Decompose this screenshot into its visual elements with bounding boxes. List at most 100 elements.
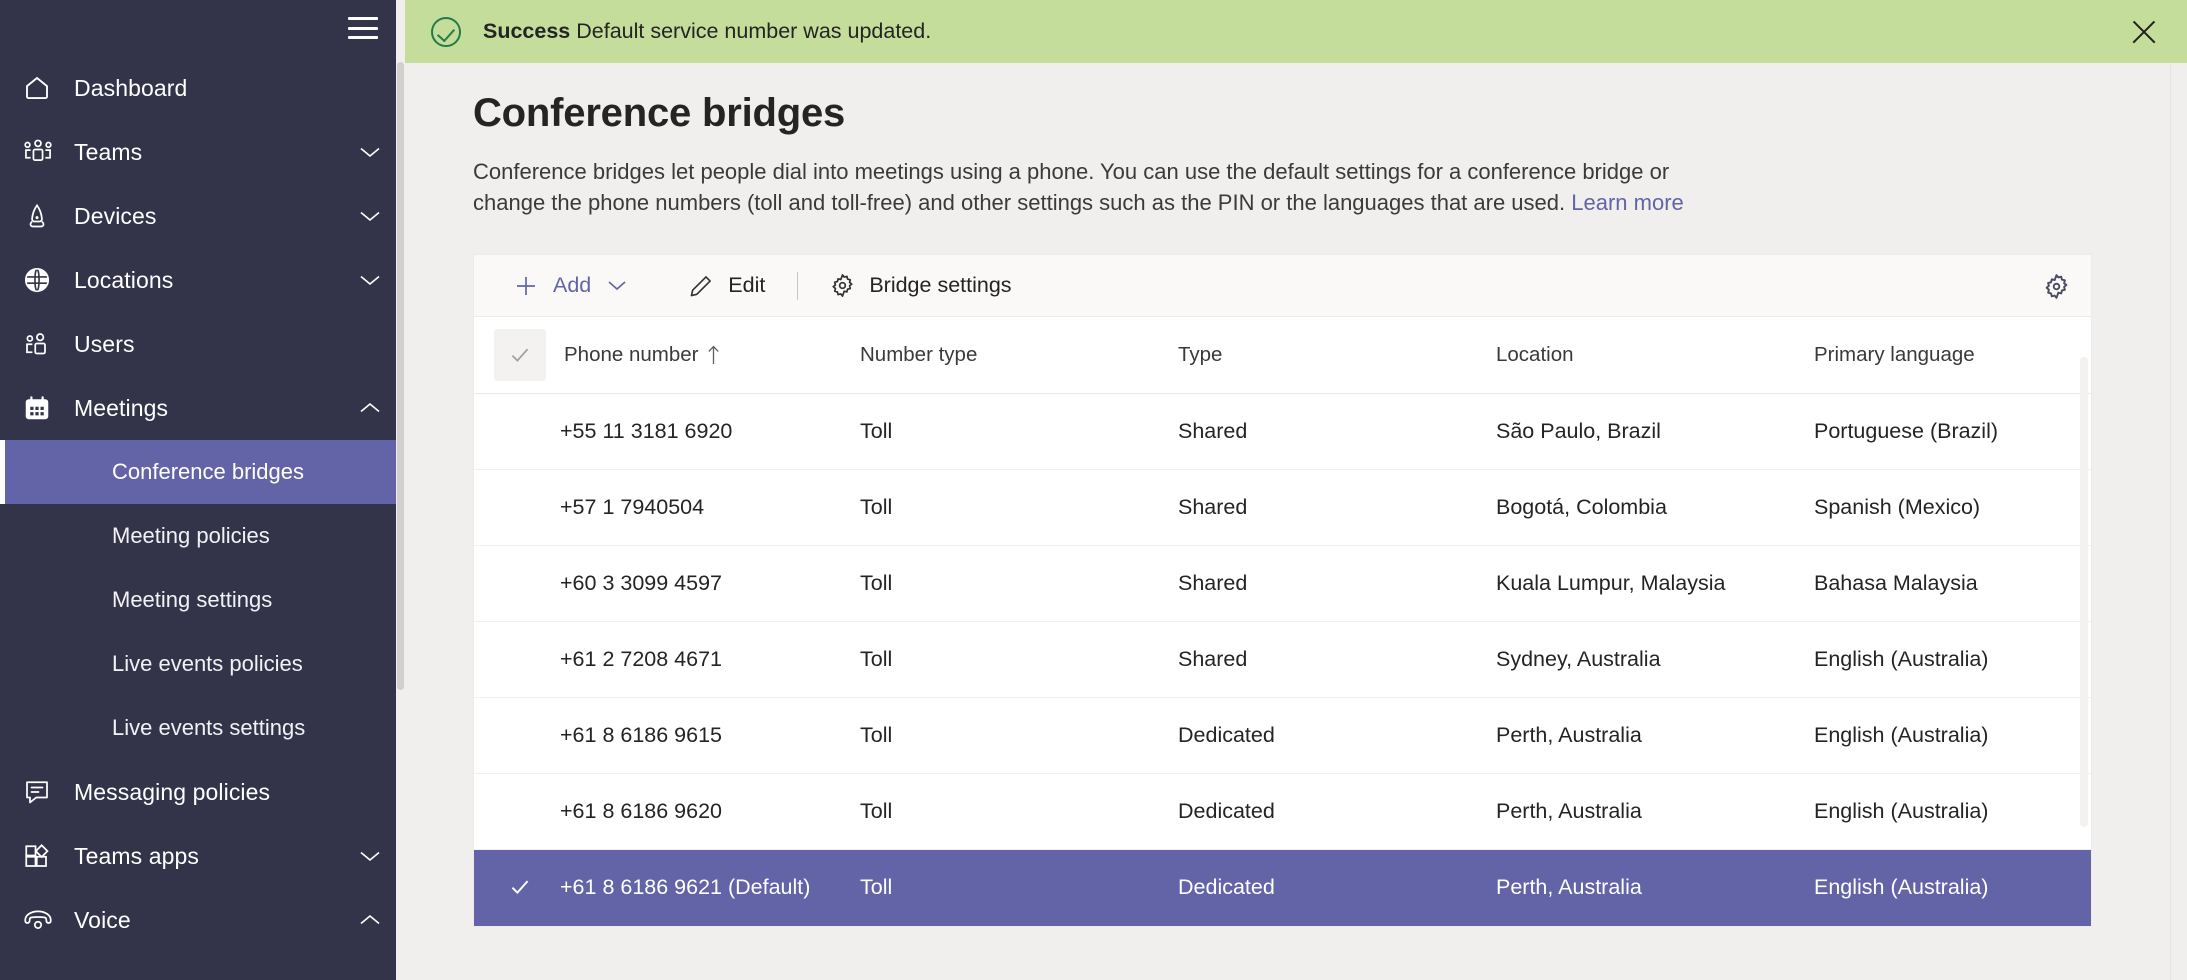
- close-icon[interactable]: [2127, 15, 2161, 49]
- table-row[interactable]: +61 8 6186 9615 Toll Dedicated Perth, Au…: [474, 697, 2091, 774]
- cell-primary-language: Spanish (Mexico): [1814, 469, 2091, 546]
- select-all-checkbox[interactable]: [494, 329, 546, 382]
- banner-message: Success Default service number was updat…: [483, 19, 931, 44]
- add-button[interactable]: Add: [500, 263, 639, 309]
- pencil-icon: [687, 272, 715, 300]
- table-toolbar: Add Edit Bridge settings: [474, 255, 2091, 318]
- cell-number-type: Toll: [860, 469, 1178, 546]
- cell-location: Bogotá, Colombia: [1496, 469, 1814, 546]
- chevron-down-icon: [359, 269, 381, 291]
- toolbar-divider: [797, 271, 799, 300]
- sidebar: Dashboard Teams Devices Locations Users …: [0, 0, 405, 980]
- teams-icon: [22, 136, 64, 168]
- sidebar-item-devices[interactable]: Devices: [0, 184, 405, 248]
- sidebar-subitem-conference-bridges[interactable]: Conference bridges: [0, 440, 405, 504]
- table-scrollbar[interactable]: [2079, 357, 2089, 926]
- cell-phone-number: +55 11 3181 6920: [560, 393, 860, 470]
- column-header-primary-language[interactable]: Primary language: [1814, 317, 2091, 394]
- table-header-row: Phone number Number type Type Location P…: [474, 317, 2091, 394]
- table-row[interactable]: +55 11 3181 6920 Toll Shared São Paulo, …: [474, 393, 2091, 470]
- cell-number-type: Toll: [860, 393, 1178, 470]
- sidebar-item-meetings[interactable]: Meetings: [0, 376, 405, 440]
- sidebar-subitem-label: Conference bridges: [112, 459, 305, 484]
- sidebar-scrollbar-thumb[interactable]: [397, 62, 404, 690]
- sidebar-subitem-live-events-settings[interactable]: Live events settings: [0, 696, 405, 760]
- cell-type: Dedicated: [1178, 773, 1496, 850]
- row-checkbox[interactable]: [494, 405, 546, 457]
- edit-button[interactable]: Edit: [675, 263, 777, 309]
- row-checkbox[interactable]: [494, 557, 546, 609]
- bridge-settings-button[interactable]: Bridge settings: [816, 263, 1023, 309]
- sidebar-subitem-conference-bridges-wrap: Conference bridges: [0, 440, 405, 504]
- row-checkbox[interactable]: [494, 785, 546, 837]
- cell-location: Sydney, Australia: [1496, 621, 1814, 698]
- row-select-cell[interactable]: [474, 469, 560, 546]
- conference-bridges-table: Phone number Number type Type Location P…: [474, 317, 2091, 926]
- row-checkbox[interactable]: [494, 633, 546, 685]
- cell-type: Shared: [1178, 393, 1496, 470]
- table-row[interactable]: +60 3 3099 4597 Toll Shared Kuala Lumpur…: [474, 545, 2091, 622]
- sidebar-item-users[interactable]: Users: [0, 312, 405, 376]
- table-row[interactable]: +61 8 6186 9620 Toll Dedicated Perth, Au…: [474, 773, 2091, 850]
- chevron-down-icon[interactable]: [607, 279, 627, 292]
- row-select-cell[interactable]: [474, 773, 560, 850]
- column-header-label: Phone number: [564, 343, 699, 367]
- bridge-settings-label: Bridge settings: [869, 273, 1012, 298]
- table-row-selected[interactable]: +61 8 6186 9621 (Default) Toll Dedicated…: [474, 849, 2091, 926]
- table-settings-gear-icon[interactable]: [2039, 269, 2073, 303]
- sidebar-item-teams-apps[interactable]: Teams apps: [0, 824, 405, 888]
- column-header-number-type[interactable]: Number type: [860, 317, 1178, 394]
- column-header-phone-number[interactable]: Phone number: [560, 317, 860, 394]
- row-select-cell[interactable]: [474, 621, 560, 698]
- sidebar-subitem-meeting-policies[interactable]: Meeting policies: [0, 504, 405, 568]
- row-checkbox-checked[interactable]: [494, 861, 546, 913]
- row-checkbox[interactable]: [494, 709, 546, 761]
- cell-type: Dedicated: [1178, 849, 1496, 926]
- sidebar-item-label: Users: [74, 330, 135, 357]
- sidebar-item-teams[interactable]: Teams: [0, 120, 405, 184]
- row-select-cell[interactable]: [474, 849, 560, 926]
- cell-phone-number: +61 2 7208 4671: [560, 621, 860, 698]
- hamburger-icon[interactable]: [348, 17, 378, 39]
- row-checkbox[interactable]: [494, 481, 546, 533]
- banner-strong: Success: [483, 19, 571, 43]
- column-header-type[interactable]: Type: [1178, 317, 1496, 394]
- row-select-cell[interactable]: [474, 545, 560, 622]
- column-header-location[interactable]: Location: [1496, 317, 1814, 394]
- sidebar-item-locations[interactable]: Locations: [0, 248, 405, 312]
- checkmark-icon: [511, 348, 529, 363]
- edit-button-label: Edit: [728, 273, 766, 298]
- row-select-cell[interactable]: [474, 697, 560, 774]
- globe-icon: [22, 264, 64, 296]
- sidebar-subitem-meeting-settings[interactable]: Meeting settings: [0, 568, 405, 632]
- table-row[interactable]: +57 1 7940504 Toll Shared Bogotá, Colomb…: [474, 469, 2091, 546]
- cell-phone-number: +60 3 3099 4597: [560, 545, 860, 622]
- gear-icon: [828, 272, 856, 300]
- column-header-label: Number type: [860, 343, 978, 367]
- table-scrollbar-thumb[interactable]: [2080, 357, 2088, 828]
- cell-primary-language: English (Australia): [1814, 697, 2091, 774]
- sidebar-item-label: Locations: [74, 266, 174, 293]
- page-content: Conference bridges Conference bridges le…: [405, 91, 2187, 927]
- sidebar-subitem-label: Live events settings: [112, 715, 306, 740]
- page-scrollbar[interactable]: [2170, 63, 2187, 980]
- learn-more-link[interactable]: Learn more: [1571, 190, 1684, 215]
- success-banner: Success Default service number was updat…: [405, 0, 2187, 63]
- sidebar-item-voice[interactable]: Voice: [0, 888, 405, 952]
- cell-phone-number: +61 8 6186 9615: [560, 697, 860, 774]
- sidebar-item-dashboard[interactable]: Dashboard: [0, 56, 405, 120]
- success-check-circle-icon: [431, 16, 461, 47]
- sidebar-subitem-live-events-policies[interactable]: Live events policies: [0, 632, 405, 696]
- chevron-down-icon: [359, 845, 381, 867]
- table-row[interactable]: +61 2 7208 4671 Toll Shared Sydney, Aust…: [474, 621, 2091, 698]
- sidebar-scrollbar[interactable]: [396, 0, 405, 980]
- cell-location: Perth, Australia: [1496, 773, 1814, 850]
- sidebar-item-label: Teams apps: [74, 842, 200, 869]
- cell-phone-number: +57 1 7940504: [560, 469, 860, 546]
- cell-type: Shared: [1178, 621, 1496, 698]
- chevron-up-icon: [359, 909, 381, 931]
- plus-icon: [512, 272, 540, 300]
- sidebar-item-messaging-policies[interactable]: Messaging policies: [0, 760, 405, 824]
- row-select-cell[interactable]: [474, 393, 560, 470]
- conference-bridges-card: Add Edit Bridge settings Phone number Nu…: [473, 254, 2092, 927]
